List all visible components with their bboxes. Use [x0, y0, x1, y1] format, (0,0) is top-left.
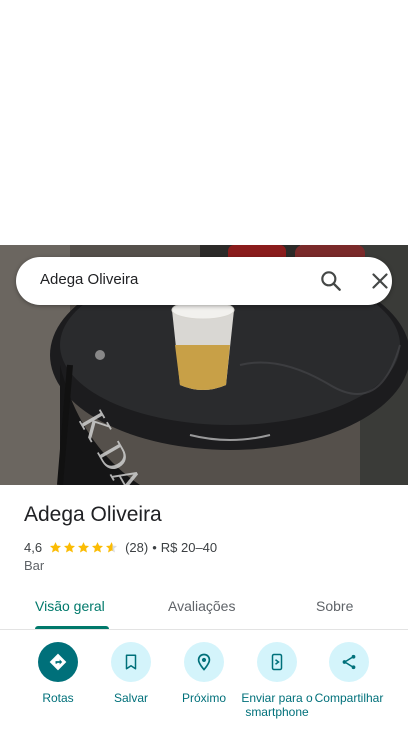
map-area[interactable]: [0, 0, 408, 245]
star-icon: [92, 541, 104, 552]
share-label: Compartilhar: [314, 691, 384, 705]
tab-reviews[interactable]: Avaliações: [168, 598, 235, 614]
save-label: Salvar: [113, 691, 148, 705]
tab-overview[interactable]: Visão geral: [35, 598, 105, 614]
star-icon: [50, 541, 62, 552]
separator-dot: •: [152, 539, 157, 555]
send-to-phone-label: Enviar para o smartphone: [241, 691, 313, 719]
nearby-icon[interactable]: [184, 642, 224, 682]
search-icon[interactable]: [318, 268, 344, 294]
star-icon: [64, 541, 76, 552]
nearby-label: Próximo: [181, 691, 226, 705]
star-icon: [78, 541, 90, 552]
star-rating: [49, 541, 119, 554]
send-to-phone-icon[interactable]: [257, 642, 297, 682]
directions-button[interactable]: Rotas: [18, 642, 98, 705]
tab-about[interactable]: Sobre: [316, 598, 353, 614]
share-button[interactable]: Compartilhar: [309, 642, 389, 705]
tab-bar: Visão geral Avaliações Sobre: [0, 590, 408, 630]
nearby-button[interactable]: Próximo: [164, 642, 244, 705]
directions-icon[interactable]: [38, 642, 78, 682]
active-tab-indicator: [35, 626, 109, 629]
rating-row[interactable]: 4,6 (28) • R$ 20–40: [24, 538, 217, 556]
place-category: Bar: [24, 558, 45, 573]
directions-label: Rotas: [42, 691, 74, 705]
search-bar[interactable]: Adega Oliveira: [16, 257, 392, 305]
close-icon[interactable]: [367, 268, 393, 294]
save-button[interactable]: Salvar: [91, 642, 171, 705]
review-count[interactable]: (28): [125, 540, 148, 555]
bookmark-icon[interactable]: [111, 642, 151, 682]
rating-value: 4,6: [24, 539, 43, 555]
price-range: R$ 20–40: [160, 539, 218, 555]
action-buttons: Rotas Salvar Próximo Enviar para o smart…: [0, 642, 408, 730]
half-star-icon: [106, 541, 118, 552]
search-query-text[interactable]: Adega Oliveira: [40, 271, 138, 288]
send-to-phone-button[interactable]: Enviar para o smartphone: [237, 642, 317, 719]
place-title: Adega Oliveira: [24, 503, 162, 526]
share-icon[interactable]: [329, 642, 369, 682]
